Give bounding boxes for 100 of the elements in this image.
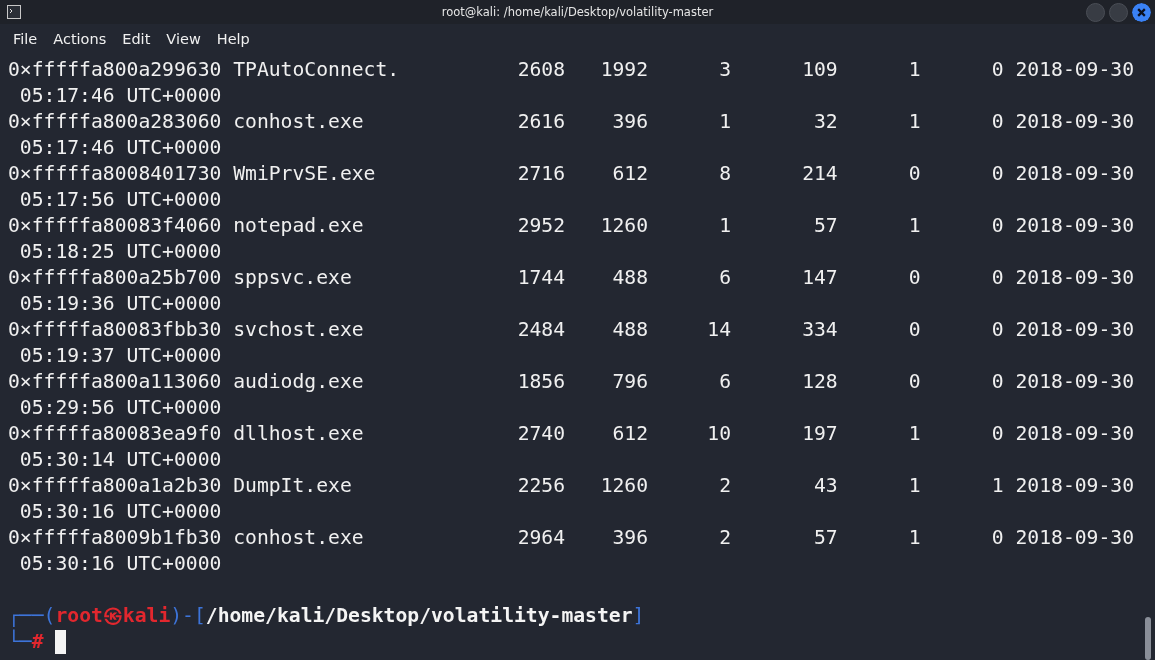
process-id: 2964 — [516, 525, 566, 551]
memory-offset: 0×fffffa800a1a2b30 — [8, 473, 222, 499]
start-date: 2018-09-30 — [1015, 109, 1134, 135]
handle-count: 334 — [801, 317, 838, 343]
cursor — [55, 630, 67, 654]
thread-count: 2 — [718, 473, 731, 499]
thread-count: 14 — [706, 317, 731, 343]
thread-count: 3 — [718, 57, 731, 83]
start-time: 05:18:25 UTC+0000 — [19, 239, 222, 265]
parent-process-id: 488 — [611, 265, 649, 291]
start-time: 05:17:46 UTC+0000 — [19, 83, 222, 109]
parent-process-id: 396 — [611, 109, 649, 135]
prompt-user: # — [31, 630, 44, 655]
thread-count: 1 — [718, 213, 731, 239]
start-time: 05:30:14 UTC+0000 — [19, 447, 222, 473]
start-date: 2018-09-30 — [1015, 369, 1134, 395]
process-id: 2740 — [516, 421, 566, 447]
parent-process-id: 612 — [611, 161, 649, 187]
wow64-value: 0 — [990, 213, 1004, 239]
prompt-frame: └─ — [8, 629, 32, 655]
wow64-value: 0 — [990, 161, 1004, 187]
handle-count: 57 — [812, 213, 838, 239]
process-id: 2484 — [516, 317, 566, 343]
start-time: 05:17:46 UTC+0000 — [19, 135, 222, 161]
prompt-frame: )-[ — [170, 603, 206, 629]
wow64-value: 0 — [990, 421, 1004, 447]
memory-offset: 0×fffffa800a113060 — [8, 369, 222, 395]
start-time: 05:19:36 UTC+0000 — [19, 291, 222, 317]
minimize-button[interactable] — [1086, 2, 1105, 22]
wow64-value: 0 — [990, 109, 1004, 135]
prompt-frame: ┌──( — [8, 603, 56, 629]
memory-offset: 0×fffffa800a25b700 — [8, 265, 222, 291]
menu-item[interactable]: File — [5, 31, 46, 47]
thread-count: 2 — [718, 525, 731, 551]
handle-count: 147 — [801, 265, 838, 291]
start-date: 2018-09-30 — [1015, 525, 1134, 551]
memory-offset: 0×fffffa800a299630 — [8, 57, 222, 83]
start-time: 05:30:16 UTC+0000 — [19, 499, 222, 525]
prompt-frame: ] — [632, 603, 645, 629]
process-name: conhost.exe — [233, 109, 365, 135]
start-time: 05:30:16 UTC+0000 — [19, 551, 222, 577]
memory-offset: 0×fffffa8008401730 — [8, 161, 222, 187]
prompt-user: root㉿kali — [55, 603, 171, 629]
session-id: 0 — [907, 161, 921, 187]
process-name: conhost.exe — [233, 525, 365, 551]
process-name: notepad.exe — [233, 213, 365, 239]
process-id: 2256 — [516, 473, 566, 499]
terminal-icon — [7, 5, 21, 19]
wow64-value: 0 — [990, 369, 1004, 395]
wow64-value: 0 — [990, 317, 1004, 343]
thread-count: 10 — [706, 421, 731, 447]
process-name: TPAutoConnect. — [233, 57, 401, 83]
process-name: audiodg.exe — [233, 369, 365, 395]
start-time: 05:17:56 UTC+0000 — [19, 187, 222, 213]
parent-process-id: 1992 — [599, 57, 649, 83]
session-id: 1 — [907, 109, 921, 135]
session-id: 0 — [907, 265, 921, 291]
start-date: 2018-09-30 — [1015, 265, 1134, 291]
start-date: 2018-09-30 — [1015, 421, 1134, 447]
parent-process-id: 612 — [611, 421, 649, 447]
menu-item[interactable]: Edit — [114, 31, 159, 47]
menu-item[interactable]: View — [158, 31, 209, 47]
memory-offset: 0×fffffa800a283060 — [8, 109, 222, 135]
start-date: 2018-09-30 — [1015, 57, 1134, 83]
start-date: 2018-09-30 — [1015, 213, 1134, 239]
thread-count: 8 — [718, 161, 731, 187]
process-id: 2608 — [516, 57, 566, 83]
parent-process-id: 488 — [611, 317, 649, 343]
process-id: 2716 — [516, 161, 566, 187]
start-date: 2018-09-30 — [1015, 317, 1134, 343]
handle-count: 43 — [812, 473, 838, 499]
parent-process-id: 1260 — [599, 473, 649, 499]
parent-process-id: 796 — [611, 369, 649, 395]
thread-count: 6 — [718, 369, 731, 395]
window-title: root@kali: /home/kali/Desktop/volatility-master — [441, 5, 714, 19]
memory-offset: 0×fffffa80083fbb30 — [8, 317, 222, 343]
prompt-path: /home/kali/Desktop/volatility-master — [205, 603, 633, 629]
close-button[interactable] — [1132, 2, 1151, 22]
process-name: WmiPrvSE.exe — [233, 161, 377, 187]
process-name: sppsvc.exe — [233, 265, 353, 291]
scrollbar[interactable] — [1145, 617, 1151, 660]
session-id: 1 — [907, 525, 921, 551]
handle-count: 109 — [801, 57, 838, 83]
memory-offset: 0×fffffa80083ea9f0 — [8, 421, 222, 447]
wow64-value: 1 — [990, 473, 1004, 499]
session-id: 1 — [907, 57, 921, 83]
session-id: 0 — [907, 369, 921, 395]
thread-count: 1 — [718, 109, 731, 135]
handle-count: 128 — [801, 369, 838, 395]
menu-item[interactable]: Help — [208, 31, 258, 47]
session-id: 1 — [907, 473, 921, 499]
menu-item[interactable]: Actions — [45, 31, 115, 47]
session-id: 1 — [907, 213, 921, 239]
start-time: 05:19:37 UTC+0000 — [19, 343, 222, 369]
process-id: 2952 — [516, 213, 566, 239]
handle-count: 214 — [801, 161, 838, 187]
process-name: svchost.exe — [233, 317, 365, 343]
handle-count: 57 — [812, 525, 838, 551]
parent-process-id: 396 — [611, 525, 649, 551]
parent-process-id: 1260 — [599, 213, 649, 239]
